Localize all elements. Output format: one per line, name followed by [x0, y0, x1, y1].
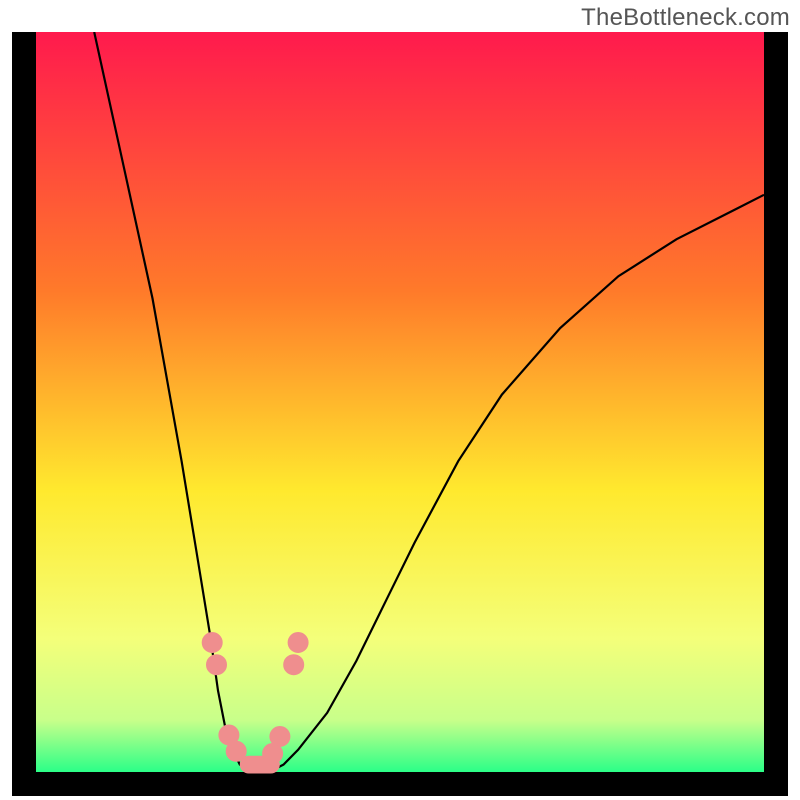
marker-right-upper-1 [288, 633, 308, 653]
watermark-text: TheBottleneck.com [581, 4, 790, 32]
marker-right-upper-2 [284, 655, 304, 675]
bottom-marker-bar [240, 756, 280, 774]
chart-container: TheBottleneck.com [0, 0, 800, 800]
marker-left-upper-1 [202, 633, 222, 653]
chart-frame [12, 32, 788, 796]
chart-svg [12, 32, 788, 796]
marker-left-upper-2 [207, 655, 227, 675]
gradient-background [36, 32, 764, 772]
